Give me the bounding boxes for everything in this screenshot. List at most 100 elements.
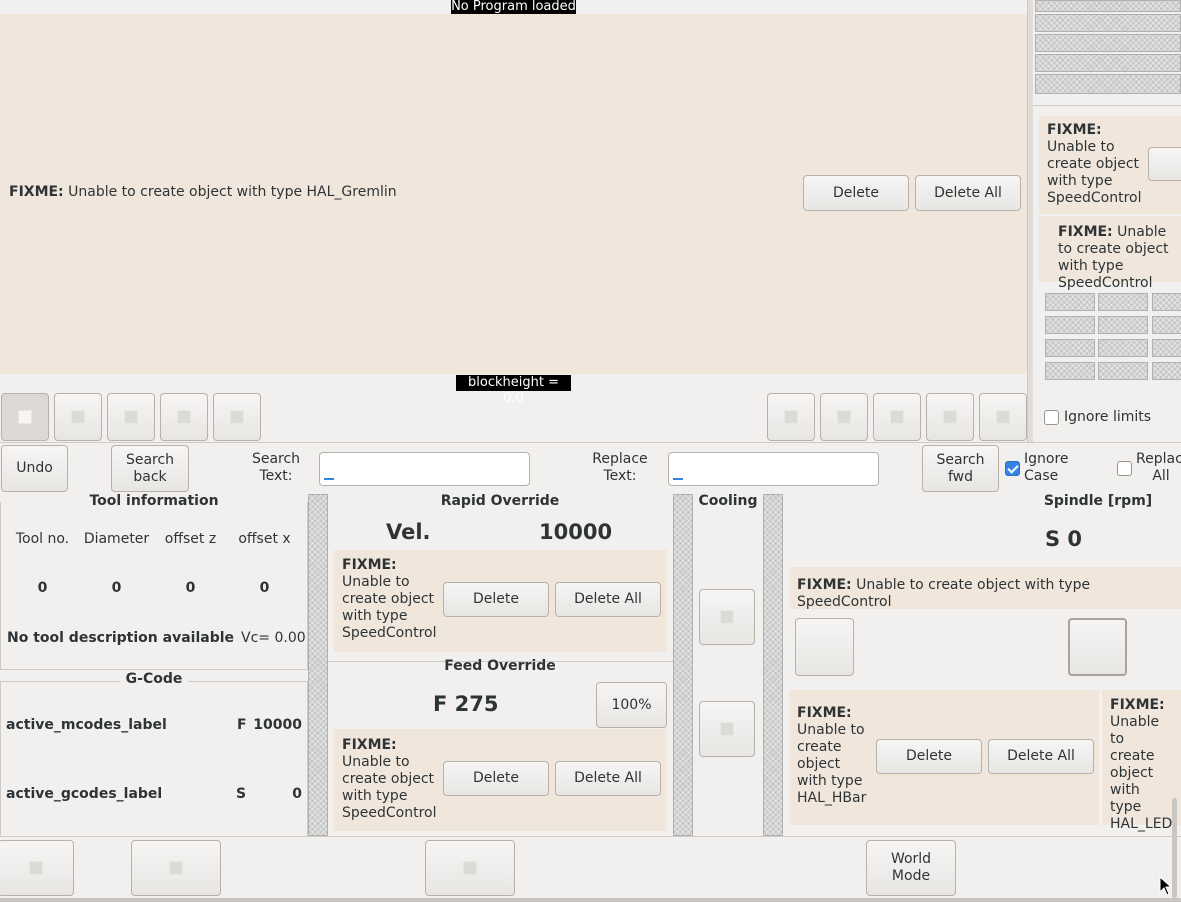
diameter-value: 0	[111, 580, 122, 596]
window-bottom-edge	[0, 898, 1181, 902]
jog-grid-cell[interactable]	[1152, 293, 1181, 311]
hatched-control-1[interactable]	[1035, 0, 1181, 12]
square-icon	[837, 410, 851, 424]
text-cursor	[324, 478, 334, 480]
square-icon	[463, 861, 477, 875]
view-button-6[interactable]	[767, 393, 815, 441]
right-fixme-message-1: FIXME: Unable to create object with type…	[1047, 122, 1142, 206]
pane-handle-middle[interactable]	[673, 494, 693, 836]
view-button-7[interactable]	[820, 393, 868, 441]
square-icon	[996, 410, 1010, 424]
replace-all-label: Replace All	[1136, 451, 1181, 484]
rapid-delete-button[interactable]: Delete	[443, 582, 549, 617]
offset-z-header: offset z	[164, 531, 217, 547]
feed-delete-all-button[interactable]: Delete All	[555, 761, 661, 796]
view-button-8[interactable]	[873, 393, 921, 441]
search-bar-separator	[0, 442, 1181, 443]
right-delete-button[interactable]	[1148, 147, 1181, 181]
spindle-left-button[interactable]	[795, 618, 854, 676]
view-button-9[interactable]	[926, 393, 974, 441]
jog-grid-cell[interactable]	[1098, 362, 1148, 380]
jog-grid-cell[interactable]	[1045, 362, 1095, 380]
right-fixme-message-2: FIXME: Unable to create object with type…	[1058, 224, 1169, 291]
square-icon	[124, 410, 138, 424]
jog-grid-cell[interactable]	[1152, 339, 1181, 357]
coolant-mist-button[interactable]	[699, 701, 755, 757]
view-button-1[interactable]	[1, 393, 49, 441]
spindle-hbar-fixme-message: FIXME: Unable to create object with type…	[797, 705, 867, 806]
right-panel-separator	[1033, 105, 1181, 106]
text-cursor	[673, 478, 683, 480]
jog-grid-cell[interactable]	[1098, 316, 1148, 334]
bottom-button-3[interactable]	[425, 840, 515, 896]
tool-no-value: 0	[37, 580, 48, 596]
view-button-5[interactable]	[213, 393, 261, 441]
spindle-speed-value: S 0	[1045, 527, 1083, 551]
spindle-right-button[interactable]	[1068, 618, 1127, 676]
undo-button[interactable]: Undo	[1, 445, 68, 492]
ignore-case-checkbox[interactable]	[1005, 461, 1020, 476]
jog-grid-cell[interactable]	[1152, 362, 1181, 380]
bottom-bar-separator	[0, 836, 1181, 837]
replace-all-checkbox[interactable]	[1117, 461, 1132, 476]
search-text-input[interactable]	[319, 452, 530, 486]
square-icon	[784, 410, 798, 424]
jog-grid-cell[interactable]	[1045, 339, 1095, 357]
view-button-4[interactable]	[160, 393, 208, 441]
rapid-override-title: Rapid Override	[440, 493, 560, 509]
jog-grid-cell[interactable]	[1098, 339, 1148, 357]
tool-no-header: Tool no.	[15, 531, 70, 547]
ignore-case-label: Ignore Case	[1024, 451, 1069, 484]
jog-grid-cell[interactable]	[1152, 316, 1181, 334]
offset-x-value: 0	[259, 580, 270, 596]
jog-grid-cell[interactable]	[1045, 293, 1095, 311]
search-fwd-button[interactable]: Search fwd	[922, 445, 999, 492]
hatched-control-2[interactable]	[1035, 14, 1181, 32]
spindle-fixme-message: FIXME: Unable to create object with type…	[797, 577, 1091, 610]
pane-handle-left[interactable]	[308, 494, 328, 836]
ignore-limits-checkbox[interactable]	[1044, 410, 1059, 425]
view-button-2[interactable]	[54, 393, 102, 441]
feed-label: F	[237, 717, 247, 733]
feed-override-value: F 275	[433, 692, 499, 716]
pane-handle-right[interactable]	[763, 494, 783, 836]
coolant-flood-button[interactable]	[699, 589, 755, 645]
spindle-title: Spindle [rpm]	[1043, 493, 1153, 509]
feed-delete-button[interactable]: Delete	[443, 761, 549, 796]
square-icon	[177, 410, 191, 424]
gremlin-delete-button[interactable]: Delete	[803, 175, 909, 211]
search-back-button[interactable]: Search back	[111, 445, 189, 492]
cutting-speed-vc: Vc= 0.00	[241, 630, 306, 646]
world-mode-button[interactable]: World Mode	[866, 840, 956, 896]
spindle-led-fixme-message: FIXME: Unable to create object with type…	[1110, 697, 1173, 832]
feed-value: 10000	[253, 717, 302, 733]
bottom-button-1[interactable]	[0, 840, 74, 896]
square-icon	[943, 410, 957, 424]
mouse-pointer-icon	[1159, 876, 1173, 896]
feed-override-title: Feed Override	[444, 658, 556, 674]
spindle-delete-all-button[interactable]: Delete All	[988, 739, 1094, 774]
view-button-3[interactable]	[107, 393, 155, 441]
replace-text-label: Replace Text:	[592, 451, 648, 484]
square-icon	[890, 410, 904, 424]
feed-100-percent-button[interactable]: 100%	[596, 682, 667, 728]
rapid-fixme-message: FIXME: Unable to create object with type…	[342, 557, 437, 641]
bottom-button-2[interactable]	[131, 840, 221, 896]
diameter-header: Diameter	[83, 531, 150, 547]
replace-text-input[interactable]	[668, 452, 879, 486]
hatched-control-5[interactable]	[1035, 74, 1181, 94]
jog-grid-cell[interactable]	[1045, 316, 1095, 334]
spindle-delete-button[interactable]: Delete	[876, 739, 982, 774]
ignore-limits-label: Ignore limits	[1064, 409, 1152, 425]
feed-fixme-message: FIXME: Unable to create object with type…	[342, 737, 437, 821]
view-button-10[interactable]	[979, 393, 1027, 441]
square-icon	[720, 722, 734, 736]
hatched-control-4[interactable]	[1035, 54, 1181, 72]
speed-label: S	[236, 786, 247, 802]
hatched-control-3[interactable]	[1035, 34, 1181, 52]
gremlin-delete-all-button[interactable]: Delete All	[915, 175, 1021, 211]
rapid-vel-label: Vel.	[386, 520, 431, 544]
offset-z-value: 0	[185, 580, 196, 596]
rapid-delete-all-button[interactable]: Delete All	[555, 582, 661, 617]
jog-grid-cell[interactable]	[1098, 293, 1148, 311]
